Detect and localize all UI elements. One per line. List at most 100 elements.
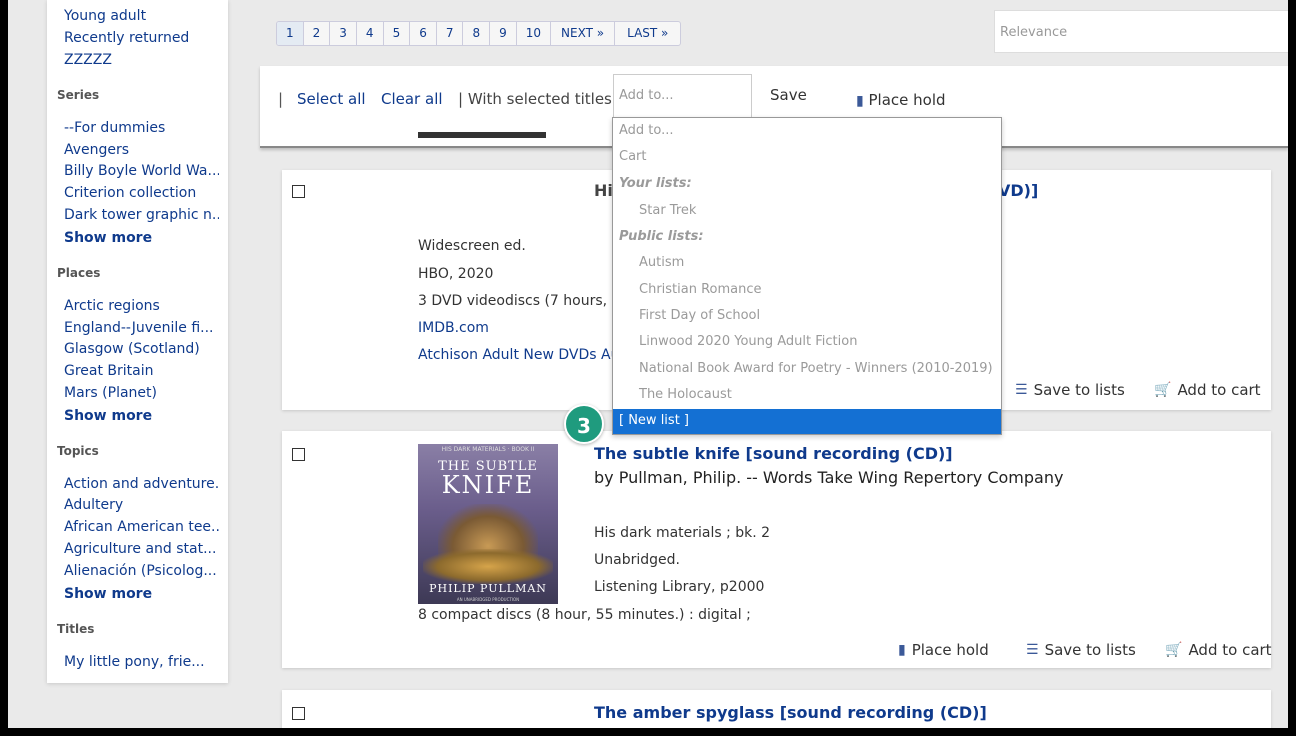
place-hold-button[interactable]: ▮ Place hold bbox=[898, 641, 989, 659]
dropdown-option-cart[interactable]: Cart bbox=[619, 149, 647, 164]
dropdown-option-list[interactable]: First Day of School bbox=[639, 308, 760, 323]
dropdown-group-public-lists: Public lists: bbox=[619, 229, 704, 244]
facet-item[interactable]: Billy Boyle World Wa... bbox=[64, 163, 219, 179]
cover-text: AN UNABRIDGED PRODUCTION bbox=[456, 597, 520, 602]
dropdown-option-new-list[interactable]: [ New list ] bbox=[613, 409, 1001, 434]
result-series: His dark materials ; bk. 2 bbox=[594, 525, 771, 541]
page-link[interactable]: 7 bbox=[437, 22, 464, 45]
facet-item[interactable]: Glasgow (Scotland) bbox=[64, 341, 219, 357]
list-icon: ☰ bbox=[1026, 642, 1039, 658]
facet-heading-places: Places bbox=[57, 266, 101, 280]
page-link[interactable]: 1 bbox=[277, 22, 304, 45]
result-checkbox[interactable] bbox=[292, 448, 305, 461]
page-link[interactable]: 8 bbox=[463, 22, 491, 45]
show-more-link[interactable]: Show more bbox=[64, 230, 152, 246]
result-title-end[interactable]: VD)] bbox=[998, 181, 1038, 200]
result-publisher: Listening Library, p2000 bbox=[594, 579, 765, 595]
next-page-link[interactable]: NEXT » bbox=[551, 22, 616, 45]
save-to-lists-button[interactable]: ☰ Save to lists bbox=[1026, 641, 1136, 659]
add-to-select[interactable]: Add to... bbox=[613, 74, 752, 118]
page-canvas: Young adult Recently returned ZZZZZ Seri… bbox=[8, 0, 1288, 728]
facet-item[interactable]: Dark tower graphic n... bbox=[64, 207, 219, 223]
result-checkbox[interactable] bbox=[292, 707, 305, 720]
cover-text: HIS DARK MATERIALS · BOOK II bbox=[441, 446, 535, 453]
save-to-lists-button[interactable]: ☰ Save to lists bbox=[1015, 381, 1125, 399]
cover-thumbnail-edge bbox=[418, 132, 546, 138]
last-page-link[interactable]: LAST » bbox=[615, 22, 680, 45]
place-hold-button[interactable]: ▮ Place hold bbox=[856, 91, 946, 109]
facet-item[interactable]: Young adult bbox=[64, 8, 219, 24]
facet-item[interactable]: Agriculture and stat... bbox=[64, 541, 219, 557]
sort-select[interactable]: Relevance bbox=[994, 10, 1288, 53]
facet-item[interactable]: Alienación (Psicolog... bbox=[64, 563, 219, 579]
dropdown-group-your-lists: Your lists: bbox=[619, 176, 692, 191]
bookmark-icon: ▮ bbox=[898, 642, 906, 658]
add-to-cart-button[interactable]: 🛒 Add to cart bbox=[1154, 381, 1261, 399]
facet-item[interactable]: England--Juvenile fi... bbox=[64, 320, 219, 336]
show-more-link[interactable]: Show more bbox=[64, 586, 152, 602]
result-link[interactable]: IMDB.com bbox=[418, 320, 489, 336]
cart-icon: 🛒 bbox=[1165, 642, 1183, 658]
pagination: 1 2 3 4 5 6 7 8 9 10 NEXT » LAST » bbox=[276, 21, 682, 46]
dropdown-option-list[interactable]: Linwood 2020 Young Adult Fiction bbox=[639, 334, 857, 349]
page-link[interactable]: 3 bbox=[330, 22, 357, 45]
result-checkbox[interactable] bbox=[292, 185, 305, 198]
facet-item[interactable]: African American tee... bbox=[64, 519, 219, 535]
dropdown-option-list[interactable]: National Book Award for Poetry - Winners… bbox=[639, 361, 993, 376]
book-cover-image[interactable]: HIS DARK MATERIALS · BOOK II THE SUBTLE … bbox=[418, 444, 558, 604]
add-to-cart-button[interactable]: 🛒 Add to cart bbox=[1165, 641, 1272, 659]
facet-heading-titles: Titles bbox=[57, 622, 95, 636]
page-link[interactable]: 6 bbox=[410, 22, 437, 45]
dropdown-option-list[interactable]: Autism bbox=[639, 255, 684, 270]
cover-text: KNIFE bbox=[441, 471, 535, 499]
result-physical: 8 compact discs (8 hour, 55 minutes.) : … bbox=[418, 607, 751, 623]
facet-item[interactable]: --For dummies bbox=[64, 120, 219, 136]
facet-item[interactable]: Criterion collection bbox=[64, 185, 219, 201]
result-link[interactable]: Atchison Adult New DVDs Augu bbox=[418, 347, 637, 363]
facet-heading-topics: Topics bbox=[57, 444, 99, 458]
facet-item[interactable]: Mars (Planet) bbox=[64, 385, 219, 401]
facet-item[interactable]: Arctic regions bbox=[64, 298, 219, 314]
facet-item[interactable]: My little pony, frie... bbox=[64, 654, 219, 670]
cover-illustration bbox=[423, 549, 553, 584]
dropdown-option-list[interactable]: Christian Romance bbox=[639, 282, 762, 297]
cover-text: PHILIP PULLMAN bbox=[429, 582, 547, 595]
select-all-link[interactable]: Select all bbox=[297, 90, 366, 108]
page-link[interactable]: 9 bbox=[490, 22, 517, 45]
result-title[interactable]: The subtle knife [sound recording (CD)] bbox=[594, 444, 953, 463]
save-button[interactable]: Save bbox=[770, 86, 807, 104]
clear-all-link[interactable]: Clear all bbox=[381, 90, 443, 108]
dropdown-option-list[interactable]: Star Trek bbox=[639, 203, 696, 218]
page-link[interactable]: 4 bbox=[357, 22, 384, 45]
add-to-cart-label: Add to cart bbox=[1177, 381, 1261, 399]
step-number-badge: 3 bbox=[564, 404, 604, 444]
add-to-dropdown-list: Add to... Cart Your lists: Star Trek Pub… bbox=[612, 117, 1002, 435]
bookmark-icon: ▮ bbox=[856, 93, 864, 109]
facet-item[interactable]: Recently returned bbox=[64, 30, 219, 46]
result-author: by Pullman, Philip. -- Words Take Wing R… bbox=[594, 468, 1064, 487]
add-to-cart-label: Add to cart bbox=[1188, 641, 1272, 659]
facet-item[interactable]: Adultery bbox=[64, 497, 219, 513]
page-link[interactable]: 5 bbox=[384, 22, 411, 45]
result-card: HIS DARK MATERIALS · BOOK II THE SUBTLE … bbox=[282, 431, 1272, 668]
facet-item[interactable]: Avengers bbox=[64, 142, 219, 158]
result-title[interactable]: The amber spyglass [sound recording (CD)… bbox=[594, 703, 987, 722]
page-link[interactable]: 2 bbox=[304, 22, 331, 45]
result-publisher: HBO, 2020 bbox=[418, 266, 494, 282]
page-link[interactable]: 10 bbox=[517, 22, 552, 45]
separator: | bbox=[278, 90, 284, 108]
with-selected-label: | With selected titles: bbox=[458, 90, 617, 108]
dropdown-option-list[interactable]: The Holocaust bbox=[639, 387, 732, 402]
place-hold-label: Place hold bbox=[868, 91, 946, 109]
save-to-lists-label: Save to lists bbox=[1044, 641, 1136, 659]
show-more-link[interactable]: Show more bbox=[64, 408, 152, 424]
facet-heading-series: Series bbox=[57, 88, 100, 102]
result-edition: Widescreen ed. bbox=[418, 238, 526, 254]
facet-item[interactable]: Great Britain bbox=[64, 363, 219, 379]
result-title[interactable]: Hi bbox=[594, 181, 613, 200]
list-icon: ☰ bbox=[1015, 382, 1028, 398]
dropdown-option-add-to[interactable]: Add to... bbox=[619, 123, 674, 138]
save-to-lists-label: Save to lists bbox=[1033, 381, 1125, 399]
facet-item[interactable]: Action and adventure... bbox=[64, 476, 219, 492]
facet-item[interactable]: ZZZZZ bbox=[64, 52, 219, 68]
